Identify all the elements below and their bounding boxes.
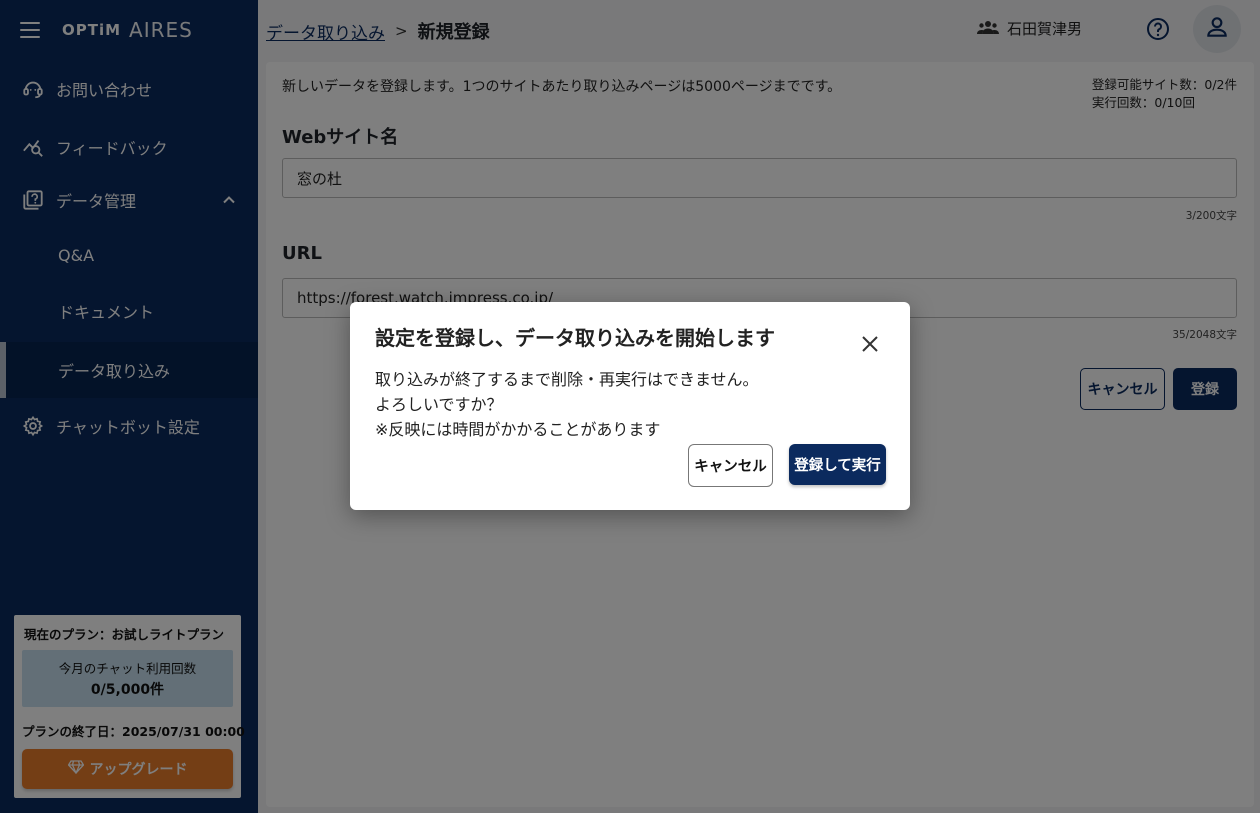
dialog-line-1: 取り込みが終了するまで削除・再実行はできません。 <box>375 370 759 389</box>
dialog-line-2: よろしいですか？ <box>375 395 503 414</box>
dialog-line-3: ※反映には時間がかかることがあります <box>375 420 661 439</box>
dialog-title: 設定を登録し、データ取り込みを開始します <box>375 326 775 350</box>
close-icon[interactable] <box>862 336 878 356</box>
dialog-message: 取り込みが終了するまで削除・再実行はできません。 よろしいですか？ ※反映には時… <box>375 367 759 442</box>
confirm-dialog: 設定を登録し、データ取り込みを開始します 取り込みが終了するまで削除・再実行はで… <box>350 302 910 510</box>
dialog-cancel-button[interactable]: キャンセル <box>688 444 773 487</box>
register-and-run-button[interactable]: 登録して実行 <box>789 444 886 485</box>
